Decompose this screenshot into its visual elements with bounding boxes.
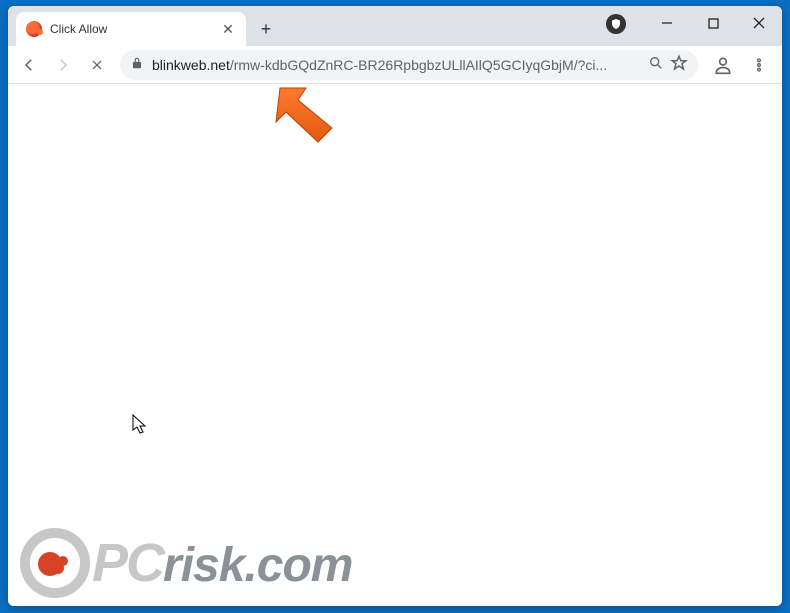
window-controls [644, 6, 782, 40]
profile-button[interactable] [706, 50, 740, 80]
url-text: blinkweb.net/rmw-kdbGQdZnRC-BR26RpbgbzUL… [152, 57, 607, 73]
menu-button[interactable] [742, 50, 776, 80]
address-bar-right [648, 54, 688, 75]
new-tab-button[interactable]: + [252, 15, 280, 43]
watermark: PCrisk.com [20, 528, 352, 598]
browser-window: Click Allow ✕ + [8, 6, 782, 606]
titlebar: Click Allow ✕ + [8, 6, 782, 46]
url-path: /rmw-kdbGQdZnRC-BR26RpbgbzULllAIlQ5GCIyq… [230, 57, 607, 73]
browser-tab[interactable]: Click Allow ✕ [16, 12, 246, 46]
watermark-text: PCrisk.com [92, 536, 352, 590]
minimize-button[interactable] [644, 8, 690, 38]
watermark-logo-icon [20, 528, 90, 598]
maximize-button[interactable] [690, 8, 736, 38]
page-content: PCrisk.com [8, 84, 782, 606]
toolbar-right-icons [706, 50, 776, 80]
close-window-button[interactable] [736, 8, 782, 38]
url-domain: blinkweb.net [152, 57, 230, 73]
forward-button[interactable] [48, 50, 78, 80]
shield-badge-icon[interactable] [606, 14, 626, 34]
favicon-icon [26, 21, 42, 37]
lock-icon [130, 56, 144, 73]
back-button[interactable] [14, 50, 44, 80]
watermark-pc: PC [92, 533, 163, 593]
stop-reload-button[interactable] [82, 50, 112, 80]
watermark-risk: risk.com [163, 539, 352, 592]
bookmark-star-icon[interactable] [670, 54, 688, 75]
tab-close-button[interactable]: ✕ [220, 21, 236, 37]
tab-title: Click Allow [50, 22, 212, 36]
toolbar: blinkweb.net/rmw-kdbGQdZnRC-BR26RpbgbzUL… [8, 46, 782, 84]
search-in-page-icon[interactable] [648, 55, 664, 74]
address-bar[interactable]: blinkweb.net/rmw-kdbGQdZnRC-BR26RpbgbzUL… [120, 50, 698, 80]
